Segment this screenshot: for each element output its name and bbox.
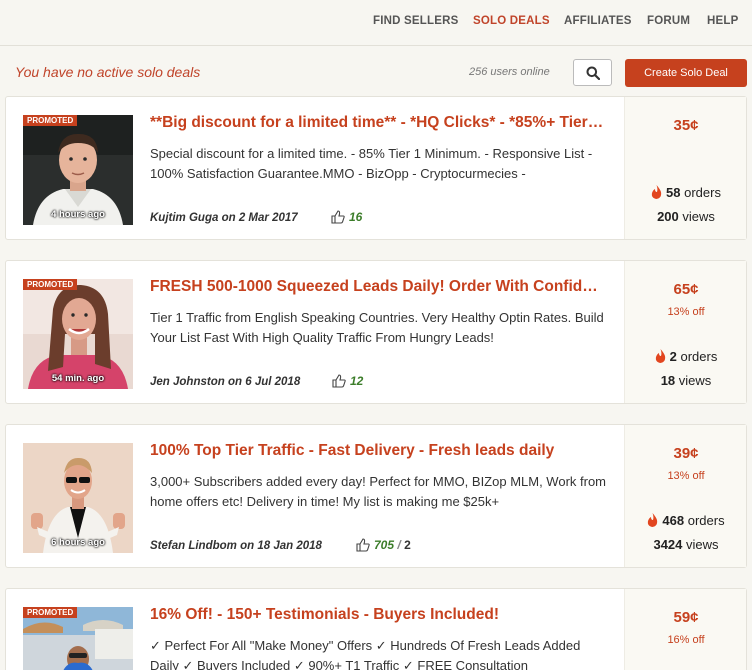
views-word: views	[682, 209, 715, 224]
views-count: 18 views	[625, 373, 747, 388]
deal-price: 59¢	[673, 609, 699, 626]
views-value: 18	[660, 373, 676, 388]
deal-description: Special discount for a limited time. - 8…	[150, 146, 593, 181]
thumbs-up-icon	[356, 538, 370, 552]
seller-avatar[interactable]: PROMOTED 4 hours ago	[23, 115, 133, 225]
deal-title[interactable]: **Big discount for a limited time** - *H…	[150, 114, 606, 132]
fire-icon	[655, 349, 665, 363]
likes-count[interactable]: 16	[331, 210, 362, 224]
deal-author-line: Kujtim Guga on 2 Mar 2017	[150, 212, 298, 224]
fire-icon	[651, 185, 662, 199]
on-word: on	[227, 376, 243, 388]
post-date: 2 Mar 2017	[238, 212, 298, 224]
deal-discount: 13% off	[667, 306, 705, 318]
create-solo-deal-button[interactable]: Create Solo Deal	[625, 59, 747, 87]
thumbs-up-icon	[332, 374, 346, 388]
users-online-count: 256 users online	[469, 66, 550, 78]
deal-title[interactable]: FRESH 500-1000 Squeezed Leads Daily! Ord…	[150, 278, 606, 296]
views-count: 3424 views	[625, 537, 747, 552]
views-count: 200 views	[625, 209, 747, 224]
deal-price: 35¢	[673, 117, 699, 134]
deals-toolbar: You have no active solo deals 256 users …	[0, 46, 752, 96]
orders-word: orders	[680, 349, 718, 364]
deal-card[interactable]: PROMOTED 4 hours ago **Big discount for …	[5, 96, 747, 240]
deal-stats-panel: 35¢ 58 orders 200 views	[624, 97, 746, 239]
deal-card[interactable]: PROMOTED 54 min. ago FRESH 500-1000 Sque…	[5, 260, 747, 404]
orders-count: 468 orders	[625, 513, 747, 528]
deal-description: ✓ Perfect For All "Make Money" Offers ✓ …	[150, 638, 581, 670]
deal-card[interactable]: PROMOTED 16% Off! - 150+ Testimonials - …	[5, 588, 747, 670]
promoted-badge: PROMOTED	[23, 607, 78, 618]
orders-word: orders	[684, 185, 721, 200]
views-word: views	[686, 537, 719, 552]
active-deals-status: You have no active solo deals	[15, 64, 201, 80]
deal-description: Tier 1 Traffic from English Speaking Cou…	[150, 310, 604, 345]
likes-value: 12	[350, 374, 364, 388]
author-name[interactable]: Jen Johnston	[150, 376, 225, 388]
likes-value: 16	[349, 210, 363, 224]
posted-time: 4 hours ago	[51, 209, 105, 220]
deal-stats-panel: 59¢ 16% off	[624, 589, 746, 670]
on-word: on	[221, 212, 236, 224]
post-date: 18 Jan 2018	[257, 540, 322, 552]
dislikes-value: 2	[404, 538, 411, 552]
orders-count: 58 orders	[625, 185, 747, 200]
orders-value: 468	[662, 513, 685, 528]
deal-stats-panel: 65¢ 13% off 2 orders 18 views	[624, 261, 746, 403]
seller-avatar[interactable]: PROMOTED 54 min. ago	[23, 279, 133, 389]
nav-find-sellers[interactable]: FIND SELLERS	[373, 15, 458, 27]
search-button[interactable]	[573, 59, 612, 86]
views-word: views	[678, 373, 712, 388]
deal-card[interactable]: 6 hours ago 100% Top Tier Traffic - Fast…	[5, 424, 747, 568]
promoted-badge: PROMOTED	[23, 279, 78, 290]
author-name[interactable]: Stefan Lindbom	[150, 540, 237, 552]
likes-value: 705	[374, 538, 395, 552]
post-date: 6 Jul 2018	[245, 376, 301, 388]
thumbs-up-icon	[331, 210, 345, 224]
fire-icon	[648, 513, 658, 527]
likes-count[interactable]: 705 / 2	[356, 538, 411, 552]
deal-price: 65¢	[673, 281, 699, 298]
nav-affiliates[interactable]: AFFILIATES	[564, 15, 632, 27]
promoted-badge: PROMOTED	[23, 115, 78, 126]
deal-description: 3,000+ Subscribers added every day! Perf…	[150, 474, 607, 509]
orders-value: 2	[669, 349, 677, 364]
likes-separator: /	[397, 538, 401, 552]
orders-word: orders	[687, 513, 725, 528]
deal-title[interactable]: 16% Off! - 150+ Testimonials - Buyers In…	[150, 606, 606, 624]
deal-stats-panel: 39¢ 13% off 468 orders 3424 views	[624, 425, 746, 567]
search-icon	[586, 66, 600, 80]
top-navigation: FIND SELLERS SOLO DEALS AFFILIATES FORUM…	[0, 0, 752, 46]
likes-count[interactable]: 12	[332, 374, 363, 388]
views-value: 3424	[653, 537, 683, 552]
deal-title[interactable]: 100% Top Tier Traffic - Fast Delivery - …	[150, 442, 606, 460]
nav-help[interactable]: HELP	[707, 15, 738, 27]
author-name[interactable]: Kujtim Guga	[150, 212, 218, 224]
nav-forum[interactable]: FORUM	[647, 15, 690, 27]
deal-author-line: Stefan Lindbom on 18 Jan 2018	[150, 540, 322, 552]
views-value: 200	[657, 209, 679, 224]
seller-avatar[interactable]: 6 hours ago	[23, 443, 133, 553]
deal-author-line: Jen Johnston on 6 Jul 2018	[150, 376, 300, 388]
orders-count: 2 orders	[625, 349, 747, 364]
deal-price: 39¢	[673, 445, 699, 462]
nav-solo-deals[interactable]: SOLO DEALS	[473, 15, 550, 27]
deal-discount: 16% off	[667, 634, 705, 646]
orders-value: 58	[666, 185, 681, 200]
deal-discount: 13% off	[667, 470, 705, 482]
on-word: on	[240, 540, 255, 552]
seller-avatar[interactable]: PROMOTED	[23, 607, 133, 670]
posted-time: 54 min. ago	[51, 373, 105, 384]
posted-time: 6 hours ago	[51, 537, 105, 548]
